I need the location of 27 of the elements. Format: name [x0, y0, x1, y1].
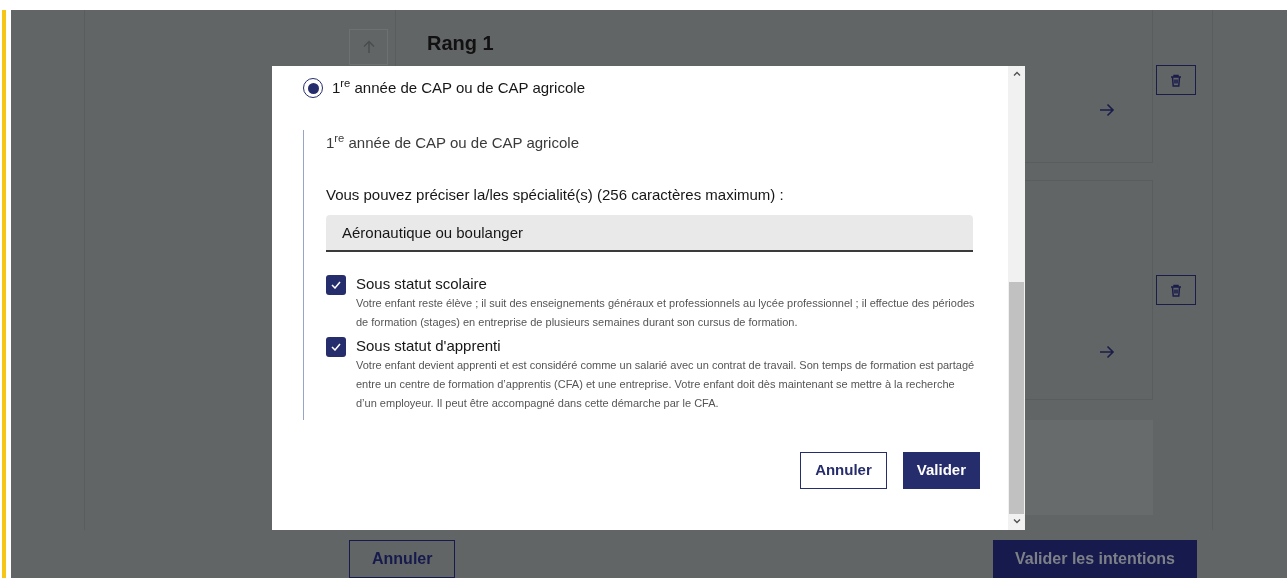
- trash-icon: [1170, 283, 1182, 297]
- right-arrow-icon: [1099, 103, 1115, 117]
- validate-button[interactable]: Valider: [902, 451, 980, 489]
- specialty-input-field[interactable]: Aéronautique ou boulanger: [326, 214, 973, 252]
- checkbox-label: Sous statut d'apprenti: [356, 335, 502, 356]
- check-icon: [331, 342, 341, 351]
- check-icon: [331, 280, 341, 289]
- checkbox-description: Votre enfant devient apprenti et est considéré comme un salarié avec un contrat de travail. Son temps de formation est partagé entre un centre de formation d’apprentis (CFA) et une entreprise. Votre enfant doit dès maintenant se mettre à la recherche d’un employeur. Il peut être accompagné dans cette démarche par le CFA.: [356, 357, 976, 411]
- checkbox[interactable]: [326, 274, 346, 295]
- right-arrow-icon: [1099, 345, 1115, 359]
- delete-button[interactable]: [1156, 275, 1196, 305]
- option-label: 1$^{re}$ année de CAP ou de CAP agricole: [332, 77, 585, 98]
- rank-title: Rang 1: [427, 31, 494, 56]
- scrollbar[interactable]: [1008, 66, 1025, 530]
- cancel-button[interactable]: Annuler: [800, 451, 887, 489]
- up-arrow-icon: [362, 40, 375, 54]
- checkbox[interactable]: [326, 336, 346, 357]
- validate-intentions-button[interactable]: Valider les intentions: [992, 540, 1197, 578]
- field-label: Vous pouvez préciser la/les spécialité(s) (256 caractères maximum) :: [326, 185, 785, 205]
- delete-button[interactable]: [1156, 65, 1196, 95]
- checkbox-label: Sous statut scolaire: [356, 273, 488, 294]
- checkbox-description: Votre enfant reste élève ; il suit des enseignements généraux et professionnels au lycée professionnel ; il effectue des périodes de formation (stages) en entreprise de plusieurs semaines durant son cursus de formation.: [356, 295, 976, 330]
- option-subtitle: 1$^{re}$ année de CAP ou de CAP agricole: [326, 131, 580, 153]
- move-up-button[interactable]: [349, 29, 388, 65]
- scroll-down-icon: [1012, 519, 1021, 524]
- scroll-up-icon: [1012, 71, 1021, 76]
- trash-icon: [1170, 73, 1182, 87]
